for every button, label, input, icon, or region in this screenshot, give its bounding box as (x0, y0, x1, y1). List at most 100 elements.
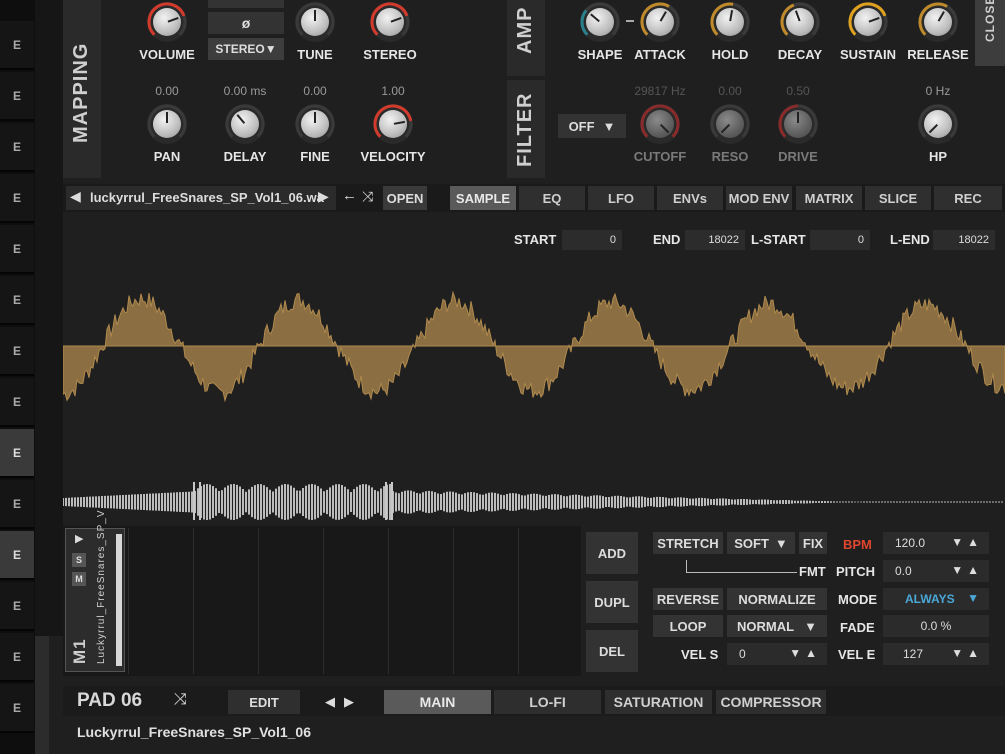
loop-button[interactable]: LOOP (653, 615, 723, 637)
velocity-knob[interactable] (373, 104, 413, 144)
key-strip-gap (35, 0, 63, 636)
vel-start-field[interactable]: 0 ▼▲ (727, 643, 827, 665)
fix-button[interactable]: FIX (799, 532, 827, 554)
release-knob[interactable] (918, 2, 958, 42)
solo-button[interactable]: S (72, 553, 86, 567)
pitch-field[interactable]: 0.0 ▼▲ (883, 560, 989, 582)
tab-rec[interactable]: REC (934, 186, 1002, 210)
pad-key-11[interactable]: E (0, 531, 34, 580)
chevron-down-icon: ▼ (602, 118, 616, 134)
tab-envs[interactable]: ENVs (657, 186, 723, 210)
delay-knob[interactable] (225, 104, 265, 144)
tune-knob[interactable] (295, 2, 335, 42)
tab-sample[interactable]: SAMPLE (450, 186, 516, 210)
mute-button[interactable]: M (72, 572, 86, 586)
waveform-overview[interactable] (63, 482, 1005, 522)
hp-knob[interactable] (918, 104, 958, 144)
pad-key-12[interactable]: E (0, 582, 34, 631)
shape-knob[interactable] (580, 2, 620, 42)
phase-button[interactable]: ø (208, 12, 284, 34)
pad-key-13[interactable]: E (0, 633, 34, 682)
stretch-mode-select[interactable]: SOFT ▼ (727, 532, 795, 554)
pad-key-10[interactable]: E (0, 480, 34, 529)
filter-title: FILTER (514, 92, 536, 167)
attack-knob[interactable] (640, 2, 680, 42)
sample-filename: luckyrrul_FreeSnares_SP_Vol1_06.wa (90, 190, 324, 205)
next-sample-icon[interactable]: ▶ (318, 188, 329, 205)
waveform-display[interactable] (63, 270, 1005, 420)
tab-eq[interactable]: EQ (519, 186, 585, 210)
pad-key-2[interactable]: E (0, 72, 34, 121)
decay-knob[interactable] (780, 2, 820, 42)
back-arrow-icon[interactable]: ← (342, 187, 357, 204)
volume-label: VOLUME (139, 47, 195, 62)
edit-button[interactable]: EDIT (228, 690, 300, 714)
chevron-down-icon: ▼ (774, 535, 788, 551)
pitch-stepper-icons[interactable]: ▼▲ (951, 563, 983, 577)
fade-field[interactable]: 0.0 % (883, 615, 989, 637)
tab-lfo[interactable]: LFO (588, 186, 654, 210)
del-layer-button[interactable]: DEL (586, 630, 638, 672)
vel-end-value: 127 (903, 647, 924, 661)
sustain-knob[interactable] (848, 2, 888, 42)
pad-key-5[interactable]: E (0, 225, 34, 274)
filter-mode-select[interactable]: OFF ▼ (558, 114, 626, 138)
play-icon[interactable]: ▶ (75, 532, 83, 545)
stereo-label: STEREO (363, 47, 417, 62)
vel-end-field[interactable]: 127 ▼▲ (883, 643, 989, 665)
stretch-button[interactable]: STRETCH (653, 532, 723, 554)
overview-marker-start[interactable] (193, 482, 201, 520)
normalize-button[interactable]: NORMALIZE (727, 588, 827, 610)
fine-knob[interactable] (295, 104, 335, 144)
lane-divider (128, 528, 129, 674)
pan-knob[interactable] (147, 104, 187, 144)
dupl-layer-button[interactable]: DUPL (586, 581, 638, 623)
key-strip-scrollbar[interactable] (35, 636, 49, 754)
start-field[interactable]: 0 (562, 230, 622, 250)
drive-knob[interactable] (778, 104, 818, 144)
reso-knob[interactable] (710, 104, 750, 144)
vel-start-stepper-icons[interactable]: ▼▲ (789, 646, 821, 660)
pad-tab-main[interactable]: MAIN (384, 690, 491, 714)
pad-key-1[interactable]: E (0, 21, 34, 70)
release-label: RELEASE (907, 47, 969, 62)
pad-tab-compressor[interactable]: COMPRESSOR (716, 690, 826, 714)
bpm-field[interactable]: 120.0 ▼▲ (883, 532, 989, 554)
overview-marker-end[interactable] (385, 482, 393, 520)
add-layer-button[interactable]: ADD (586, 532, 638, 574)
tab-matrix[interactable]: MATRIX (796, 186, 862, 210)
pad-tab-lo-fi[interactable]: LO-FI (494, 690, 601, 714)
pad-key-4[interactable]: E (0, 174, 34, 223)
mode-select[interactable]: ALWAYS ▼ (883, 588, 989, 610)
vel-end-stepper-icons[interactable]: ▼▲ (951, 646, 983, 660)
loop-start-field[interactable]: 0 (810, 230, 870, 250)
prev-sample-icon[interactable]: ◀ (70, 188, 81, 205)
pad-key-9[interactable]: E (0, 429, 34, 478)
pad-key-8[interactable]: E (0, 378, 34, 427)
layer-volume-bar[interactable] (116, 534, 122, 666)
pad-key-7[interactable]: E (0, 327, 34, 376)
cutoff-knob[interactable] (640, 104, 680, 144)
open-button[interactable]: OPEN (383, 186, 427, 210)
shuffle-icon[interactable]: ⤨ (362, 188, 373, 205)
loop-end-field[interactable]: 18022 (933, 230, 995, 250)
pad-key-6[interactable]: E (0, 276, 34, 325)
tab-slice[interactable]: SLICE (865, 186, 931, 210)
bpm-stepper-icons[interactable]: ▼▲ (951, 535, 983, 549)
pad-key-3[interactable]: E (0, 123, 34, 172)
pad-tab-saturation[interactable]: SATURATION (605, 690, 712, 714)
loop-mode-select[interactable]: NORMAL ▼ (727, 615, 827, 637)
pad-key-14[interactable]: E (0, 684, 34, 733)
mapping-title: MAPPING (70, 42, 92, 143)
shuffle-icon[interactable]: ⤨ (174, 691, 187, 709)
end-field[interactable]: 18022 (685, 230, 745, 250)
next-pad-icon[interactable]: ▶ (344, 694, 354, 710)
stereo-knob[interactable] (370, 2, 410, 42)
fmt-label[interactable]: FMT (799, 564, 826, 579)
phase-top-button[interactable] (208, 0, 284, 8)
tab-mod-env[interactable]: MOD ENV (726, 186, 792, 210)
volume-knob[interactable] (147, 2, 187, 42)
prev-pad-icon[interactable]: ◀ (325, 694, 335, 710)
reverse-button[interactable]: REVERSE (653, 588, 723, 610)
hold-knob[interactable] (710, 2, 750, 42)
